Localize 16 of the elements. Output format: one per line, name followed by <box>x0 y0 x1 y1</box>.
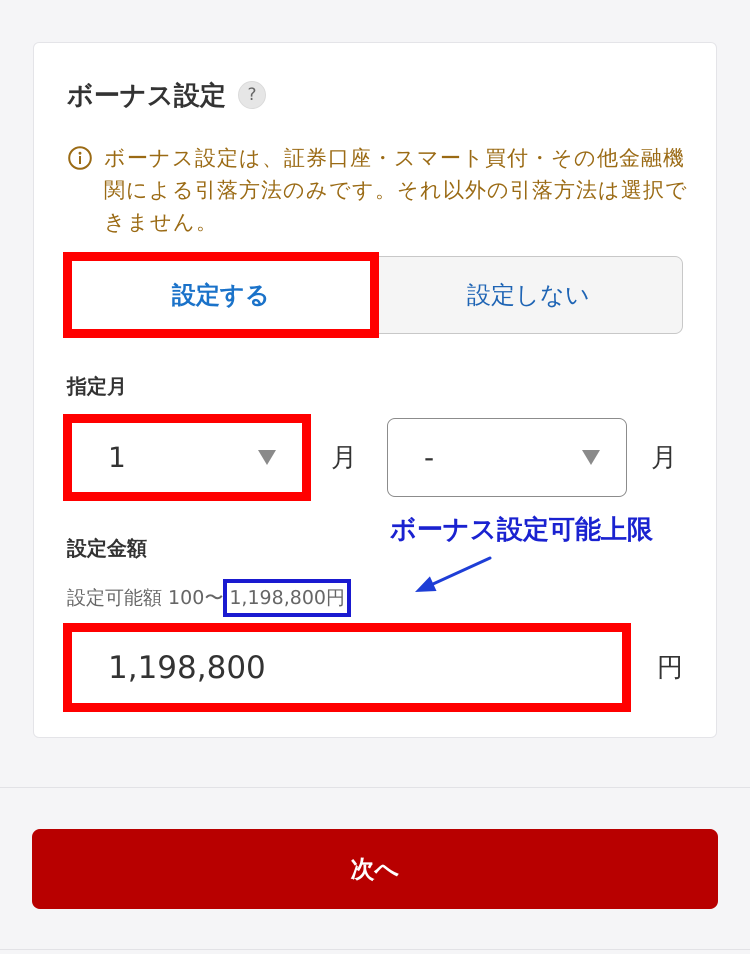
annotation-text: ボーナス設定可能上限 <box>390 514 653 547</box>
upper-limit-text: 1,198,800円 <box>223 579 352 617</box>
field-label: 設定金額 <box>67 535 147 562</box>
field-label: 指定月 <box>67 373 127 400</box>
unit-label: 円 <box>657 652 683 685</box>
amount-range-text: 設定可能額 100〜 <box>67 586 224 611</box>
month-select[interactable]: - <box>387 418 627 497</box>
caret-icon <box>582 450 600 465</box>
next-button[interactable]: 次へ <box>32 829 718 909</box>
section-title: ボーナス設定 <box>67 80 226 112</box>
caret-icon <box>258 450 276 465</box>
notice-text: ボーナス設定は、証券口座・スマート買付・その他金融機関による引落方法のみです。それ以外の引落方法は選択できません。 <box>104 145 689 236</box>
unit-label: 月 <box>331 442 358 475</box>
unit-label: 月 <box>651 442 678 475</box>
info-icon <box>68 146 92 170</box>
help-button[interactable]: ? <box>238 81 266 109</box>
